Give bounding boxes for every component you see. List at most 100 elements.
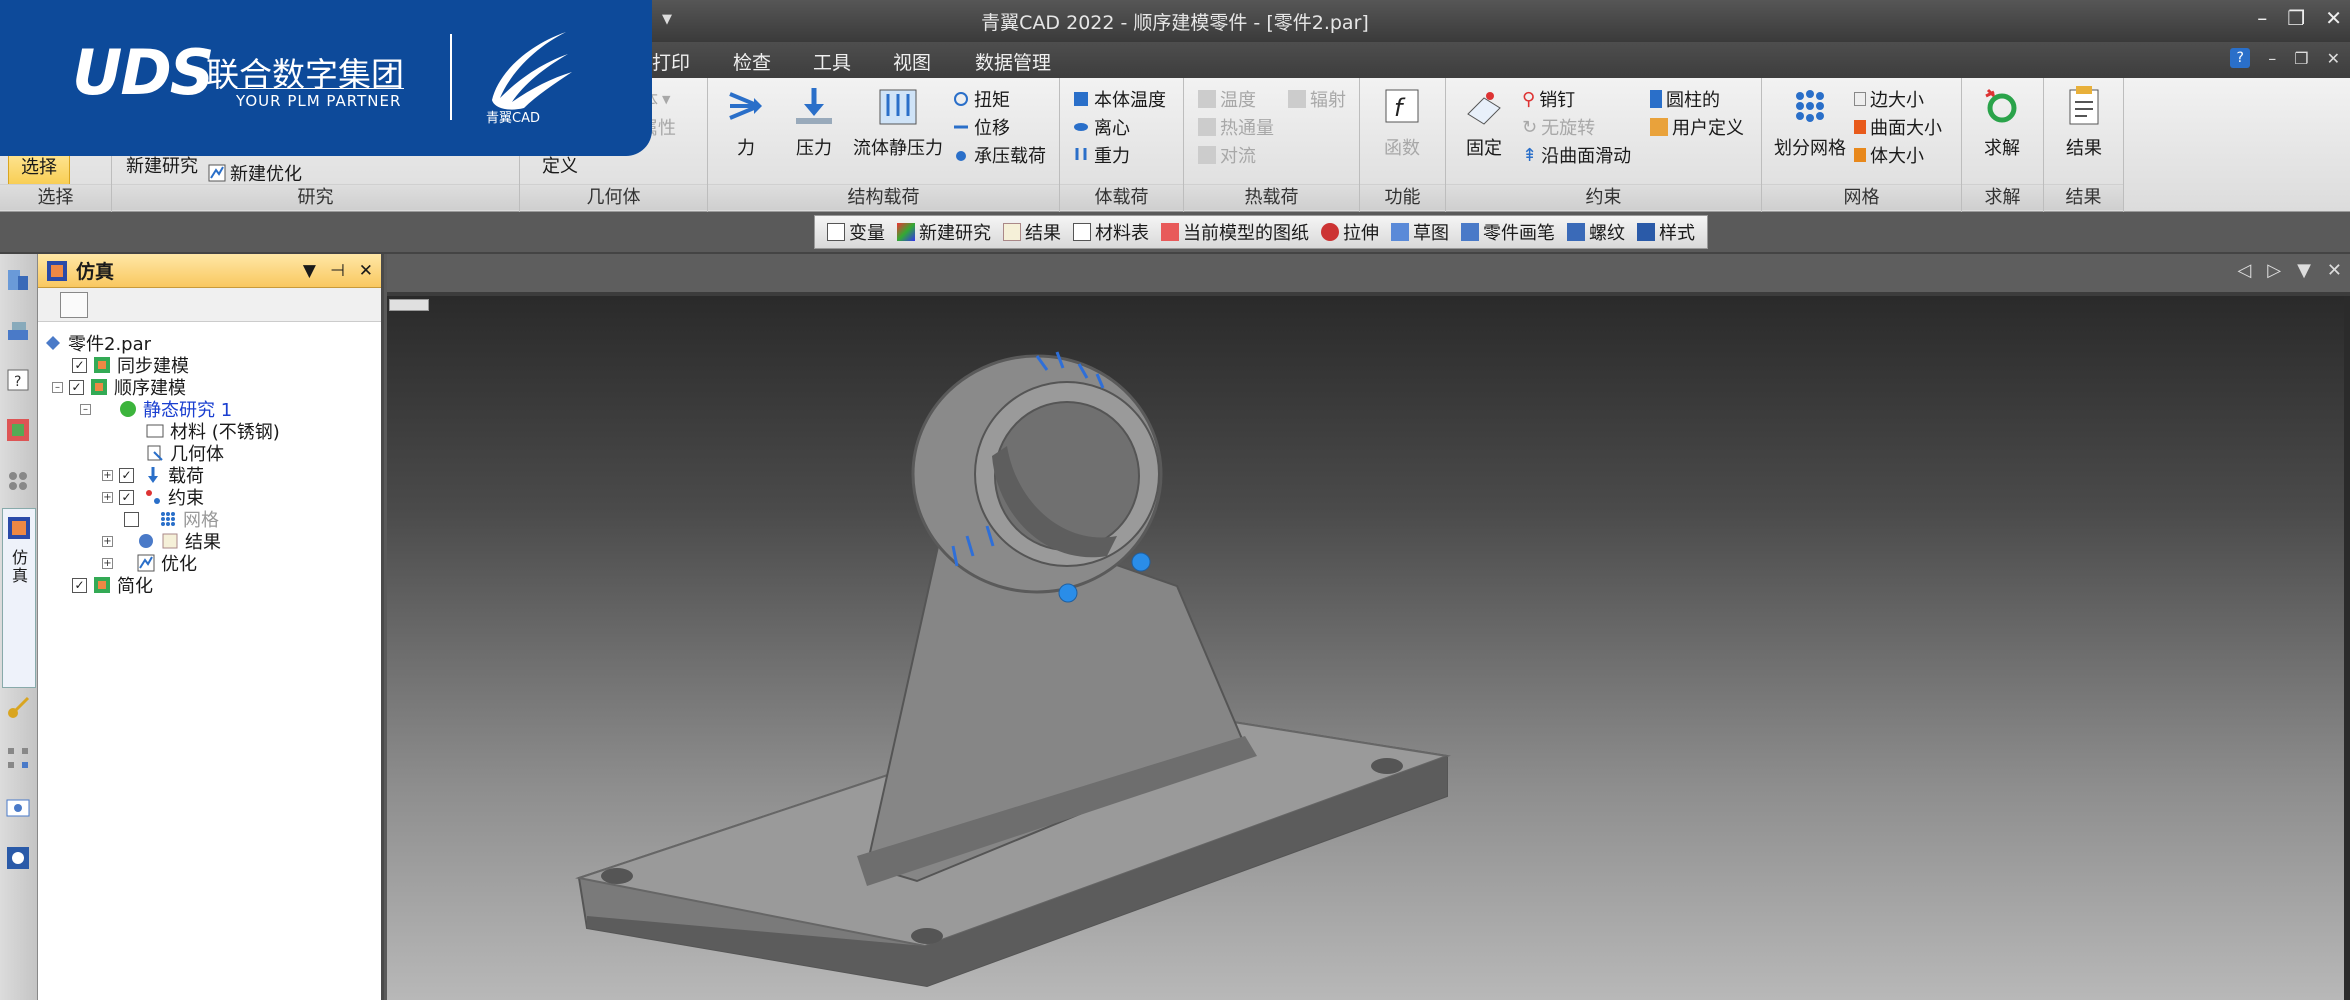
expand-icon[interactable]: + xyxy=(102,491,113,503)
expand-icon[interactable]: + xyxy=(102,535,113,547)
surface-size-button[interactable]: 曲面大小 xyxy=(1854,114,1942,140)
feature-library-icon[interactable] xyxy=(4,416,32,444)
document-list-icon[interactable]: ▼ xyxy=(2297,260,2311,281)
user-defined-button[interactable]: 用户定义 xyxy=(1650,114,1744,140)
pathfinder-icon[interactable] xyxy=(4,266,32,294)
ribbon-minimize-icon[interactable]: – xyxy=(2268,49,2276,68)
fixed-button[interactable]: 固定 xyxy=(1454,84,1514,160)
mesh-view-icon[interactable] xyxy=(4,844,32,872)
close-icon[interactable]: ✕ xyxy=(2325,6,2342,30)
displacement-button[interactable]: 位移 xyxy=(952,114,1010,140)
optimization-icon xyxy=(208,164,226,182)
tab-view[interactable]: 视图 xyxy=(893,48,931,75)
minimize-icon[interactable]: – xyxy=(2257,6,2267,30)
solve-button[interactable]: 求解 xyxy=(1972,84,2032,160)
graphics-viewport[interactable]: ◁ ▷ ▼ ✕ xyxy=(387,254,2350,1000)
style-button[interactable]: 样式 xyxy=(1637,219,1695,245)
hydrostatic-pressure-button[interactable]: 流体静压力 xyxy=(848,84,948,160)
radiation-icon xyxy=(1288,90,1306,108)
heat-flux-button[interactable]: 热通量 xyxy=(1198,114,1274,140)
vertical-scrollbar[interactable] xyxy=(2344,296,2350,1000)
bearing-load-button[interactable]: 承压载荷 xyxy=(952,142,1046,168)
help-doc-icon[interactable]: ? xyxy=(4,366,32,394)
collapse-icon[interactable]: – xyxy=(52,381,63,393)
function-button[interactable]: f 函数 xyxy=(1374,84,1430,160)
key-icon[interactable] xyxy=(4,694,32,722)
part-painter-button[interactable]: 零件画笔 xyxy=(1461,219,1555,245)
model-canvas[interactable] xyxy=(387,296,2344,1000)
restore-icon[interactable]: ❐ xyxy=(2287,6,2305,30)
thread-button[interactable]: 螺纹 xyxy=(1567,219,1625,245)
checkbox[interactable]: ✓ xyxy=(72,577,87,593)
sketch-button[interactable]: 草图 xyxy=(1391,219,1449,245)
no-rotation-button[interactable]: ↻ 无旋转 xyxy=(1522,114,1595,140)
torque-button[interactable]: 扭矩 xyxy=(952,86,1010,112)
slide-along-surface-button[interactable]: ⇞ 沿曲面滑动 xyxy=(1522,142,1631,168)
checkbox[interactable]: ✓ xyxy=(119,489,134,505)
force-button[interactable]: 力 xyxy=(720,84,772,160)
panel-pin-icon[interactable]: ⊣ xyxy=(330,261,345,281)
tree-simplify[interactable]: ✓ 简化 xyxy=(72,572,153,598)
fixed-icon xyxy=(1467,92,1501,125)
checkbox[interactable]: ✓ xyxy=(72,357,87,373)
results-button[interactable]: 结果 xyxy=(2054,84,2114,160)
panel-options-button[interactable] xyxy=(60,292,88,318)
checkbox[interactable]: ✓ xyxy=(69,379,84,395)
prev-document-icon[interactable]: ◁ xyxy=(2237,260,2251,281)
model-drawing-button[interactable]: 当前模型的图纸 xyxy=(1161,219,1309,245)
ribbon-restore-icon[interactable]: ❐ xyxy=(2294,49,2308,68)
cylindrical-button[interactable]: 圆柱的 xyxy=(1650,86,1720,112)
expand-icon[interactable]: + xyxy=(102,557,113,569)
group-body-loads: 本体温度 离心 重力 体载荷 xyxy=(1060,78,1184,212)
layers-icon[interactable] xyxy=(4,316,32,344)
help-icon[interactable]: ? xyxy=(2230,48,2251,68)
edge-size-button[interactable]: 边大小 xyxy=(1854,86,1924,112)
group-select-label: 选择 xyxy=(0,184,111,210)
extrude-button[interactable]: 拉伸 xyxy=(1321,219,1379,245)
view-icon[interactable] xyxy=(4,794,32,822)
checkbox[interactable] xyxy=(124,511,139,527)
tab-tools[interactable]: 工具 xyxy=(813,48,851,75)
extrude-icon xyxy=(1321,223,1339,241)
new-study-cmd-button[interactable]: 新建研究 xyxy=(897,219,991,245)
variables-button[interactable]: 变量 xyxy=(827,219,885,245)
group-thermal-label: 热载荷 xyxy=(1184,184,1359,210)
tab-print[interactable]: 打印 xyxy=(652,48,690,75)
tab-data-management[interactable]: 数据管理 xyxy=(975,48,1051,75)
checkbox[interactable]: ✓ xyxy=(119,467,134,483)
body-size-icon xyxy=(1854,148,1866,162)
temperature-button[interactable]: 温度 xyxy=(1198,86,1256,112)
new-optimization-button[interactable]: 新建优化 xyxy=(208,160,302,186)
brand-logo: UDS 联合数字集团 YOUR PLM PARTNER 青翼CAD xyxy=(0,0,652,156)
ribbon-close-icon[interactable]: ✕ xyxy=(2327,49,2340,68)
pressure-button[interactable]: 压力 xyxy=(786,84,842,160)
family-table-icon[interactable] xyxy=(4,466,32,494)
expand-icon[interactable]: + xyxy=(102,469,113,481)
results-tree-icon xyxy=(162,533,178,549)
centrifugal-icon xyxy=(1074,123,1088,131)
panel-dropdown-icon[interactable]: ▼ xyxy=(303,261,316,281)
simulation-tab[interactable]: 仿真 xyxy=(2,508,36,688)
part-icon xyxy=(46,336,60,350)
divide-mesh-button[interactable]: 划分网格 xyxy=(1768,84,1852,160)
centrifugal-button[interactable]: 离心 xyxy=(1072,114,1130,140)
close-document-icon[interactable]: ✕ xyxy=(2327,260,2342,281)
tab-inspect[interactable]: 检查 xyxy=(733,48,771,75)
radiation-button[interactable]: 辐射 xyxy=(1288,86,1346,112)
pin-button[interactable]: ⚲ 销钉 xyxy=(1522,86,1575,112)
group-function: f 函数 功能 xyxy=(1360,78,1446,212)
load-icon xyxy=(148,467,158,483)
material-table-button[interactable]: 材料表 xyxy=(1073,219,1149,245)
gravity-button[interactable]: 重力 xyxy=(1072,142,1130,168)
body-temperature-button[interactable]: 本体温度 xyxy=(1072,86,1166,112)
body-size-button[interactable]: 体大小 xyxy=(1854,142,1924,168)
bracket-part-model[interactable] xyxy=(387,296,2344,1000)
next-document-icon[interactable]: ▷ xyxy=(2267,260,2281,281)
panel-title: 仿真 xyxy=(76,261,115,283)
panel-close-icon[interactable]: ✕ xyxy=(359,261,373,281)
collapse-icon[interactable]: – xyxy=(80,403,91,415)
panel-header: 仿真 ▼ ⊣ ✕ xyxy=(38,254,381,288)
selection-icon[interactable] xyxy=(4,744,32,772)
convection-button[interactable]: 对流 xyxy=(1198,142,1256,168)
results-cmd-button[interactable]: 结果 xyxy=(1003,219,1061,245)
